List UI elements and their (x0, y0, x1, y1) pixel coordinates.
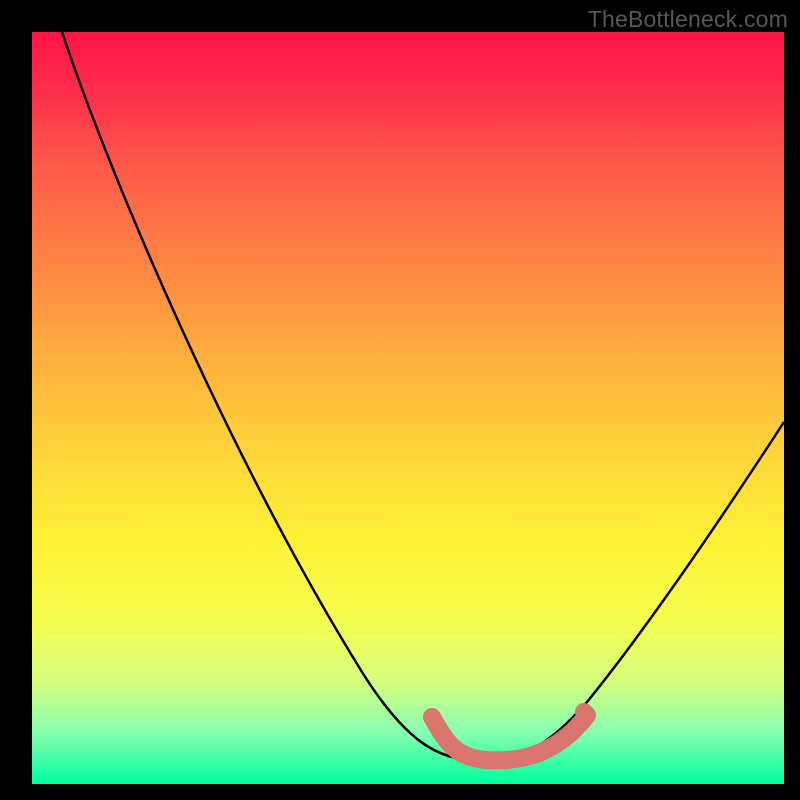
bottleneck-curve (32, 32, 784, 784)
curve-path (62, 32, 784, 760)
highlight-endcap (575, 703, 593, 721)
highlight-band (432, 715, 587, 760)
chart-area (32, 32, 784, 784)
watermark-text: TheBottleneck.com (588, 6, 788, 33)
